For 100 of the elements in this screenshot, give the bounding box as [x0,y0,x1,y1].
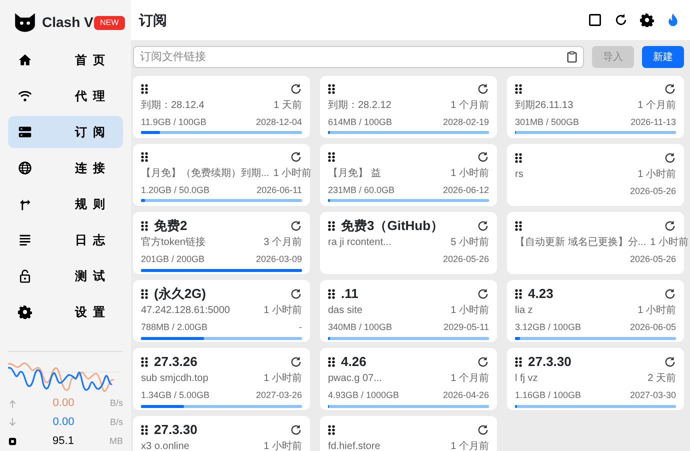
profile-card[interactable]: 27.3.26 sub smjcdh.top 1 小时前 1.34GB / 5.00GB 2027-03-26 [133,348,310,410]
refresh-icon[interactable] [664,288,676,300]
refresh-icon[interactable] [664,83,676,96]
settings-icon[interactable] [640,13,654,27]
profile-description: 到期26.11.13 [515,98,574,112]
data-usage: 3.12GB / 100GB [515,321,582,334]
update-time: 2 天前 [648,372,676,386]
drag-handle-icon [328,425,335,435]
profile-name: 免费2 [154,218,188,234]
refresh-icon[interactable] [477,424,489,436]
refresh-icon[interactable] [290,220,302,232]
refresh-icon[interactable] [290,356,302,368]
sidebar-item[interactable]: 测试 [8,260,123,292]
profile-card[interactable]: 【月免】 益 1 小时前 231MB / 60.0GB 2026-06-12 [320,144,497,206]
expiry-date: - [299,321,302,334]
profile-card[interactable]: 到期：28.12.4 1 天前 11.9GB / 100GB 2028-12-04 [133,76,310,138]
profile-card[interactable]: 到期：28.2.12 1 个月前 614MB / 100GB 2028-02-19 [320,76,497,138]
drag-handle-icon [328,221,335,231]
expiry-date: 2026-06-11 [256,184,302,196]
update-time: 1 个月前 [450,372,489,386]
sidebar-item[interactable]: 日志 [8,224,123,256]
subscription-url-field[interactable]: 订阅文件链接 [133,46,584,68]
update-time: 1 小时前 [264,304,302,318]
drag-handle-icon [328,289,335,299]
data-usage: 1.34GB / 5.00GB [141,389,210,402]
flame-icon[interactable] [666,13,680,27]
refresh-icon[interactable] [477,83,489,96]
expiry-date: 2026-06-12 [442,184,489,196]
globe-icon [18,161,32,175]
drag-handle-icon [515,357,522,367]
upload-speed: 0.00 [52,396,76,412]
profile-card[interactable]: 免费3（GitHub） ra ji rcontent... 5 小时前 2026-05-26 [320,212,497,274]
profile-name: 4.23 [528,286,554,302]
profile-card[interactable]: 4.26 pwac.g 07... 1 个月前 4.93GB / 1000GB 2026-04-26 [320,348,497,410]
memory-chip-icon [8,437,17,446]
profile-card[interactable]: 免费2 官方token链接 3 个月前 201GB / 200GB 2026-03-09 [133,212,310,274]
refresh-icon[interactable] [664,356,676,368]
profile-name: 27.3.30 [154,422,198,438]
sidebar-item[interactable]: 规则 [8,188,123,220]
refresh-icon[interactable] [614,13,628,27]
sidebar-item[interactable]: 连接 [8,152,123,184]
refresh-icon[interactable] [290,288,302,300]
download-speed: 0.00 [52,415,76,430]
unit-label: MB [110,434,123,448]
profile-description: sub smjcdh.top [141,372,208,386]
sidebar-item[interactable]: 代理 [8,80,123,112]
drag-handle-icon [141,425,148,435]
server-icon [18,125,32,139]
drag-handle-icon [141,221,148,231]
profile-description: x3 o.online [141,440,190,451]
upload-arrow-icon [8,399,17,408]
data-usage: 231MB / 60.0GB [328,184,395,196]
profile-description: pwac.g 07... [328,372,382,386]
sidebar-item[interactable]: 订阅 [8,116,123,148]
update-time: 1 小时前 [264,372,302,386]
update-time: 5 小时前 [450,236,489,250]
refresh-icon[interactable] [290,83,302,96]
profile-name: .11 [341,286,358,302]
update-time: 1 小时前 [638,168,676,182]
profile-card[interactable]: .11 das site 1 小时前 340MB / 100GB 2029-05-11 [320,280,497,342]
cat-logo-icon [14,12,36,32]
refresh-icon[interactable] [290,424,302,436]
sidebar-item[interactable]: 首页 [8,44,123,76]
profile-card[interactable]: 到期26.11.13 1 个月前 301MB / 500GB 2026-11-13 [507,76,684,138]
expiry-date: 2026-05-26 [630,185,676,198]
new-button[interactable]: 新建 [642,46,684,68]
profile-card[interactable]: 4.23 lia z 1 小时前 3.12GB / 100GB 2026-06-05 [507,280,684,342]
drag-handle-icon [141,84,148,94]
data-usage: 201GB / 200GB [141,253,205,266]
profile-card[interactable]: 【月免】（免费续期）到期... 1 小时前 1.20GB / 50.0GB 2026-06-11 [133,144,310,206]
drag-handle-icon [515,153,522,163]
profile-card[interactable]: fd.hief.store 1 个月前 [320,416,497,451]
drag-handle-icon [141,357,148,367]
profile-description: lia z [515,304,533,318]
update-time: 1 小时前 [273,166,312,180]
expiry-date: 2026-05-26 [442,253,489,266]
refresh-icon[interactable] [477,288,489,300]
profile-card[interactable]: 27.3.30 x3 o.online 1 小时前 [133,416,310,451]
refresh-icon[interactable] [664,152,676,164]
profile-description: 【自动更新 域名已更换】分... [515,236,646,250]
profile-card[interactable]: rs 1 小时前 2026-05-26 [507,144,684,206]
update-time: 1 个月前 [638,98,676,112]
profile-description: 到期：28.12.4 [141,98,204,112]
expiry-date: 2028-12-04 [256,116,302,128]
expiry-date: 2026-11-13 [630,116,676,128]
expiry-date: 2026-05-26 [630,253,676,266]
refresh-icon[interactable] [477,220,489,232]
refresh-icon[interactable] [477,151,489,164]
data-usage: 11.9GB / 100GB [141,116,206,128]
update-time: 1 个月前 [450,98,489,112]
drag-handle-icon [141,289,148,299]
refresh-icon[interactable] [664,220,676,232]
profile-card[interactable]: 27.3.30 l fj vz 2 天前 1.16GB / 100GB 2027-03-30 [507,348,684,410]
clipboard-icon[interactable] [567,51,577,63]
profile-card[interactable]: (永久2G) 47.242.128.61:5000 1 小时前 788MB / 2.00GB - [133,280,310,342]
refresh-icon[interactable] [477,356,489,368]
refresh-icon[interactable] [290,151,302,164]
update-time: 1 小时前 [450,304,489,318]
sidebar-item[interactable]: 设置 [8,296,123,328]
square-icon[interactable] [588,13,602,27]
